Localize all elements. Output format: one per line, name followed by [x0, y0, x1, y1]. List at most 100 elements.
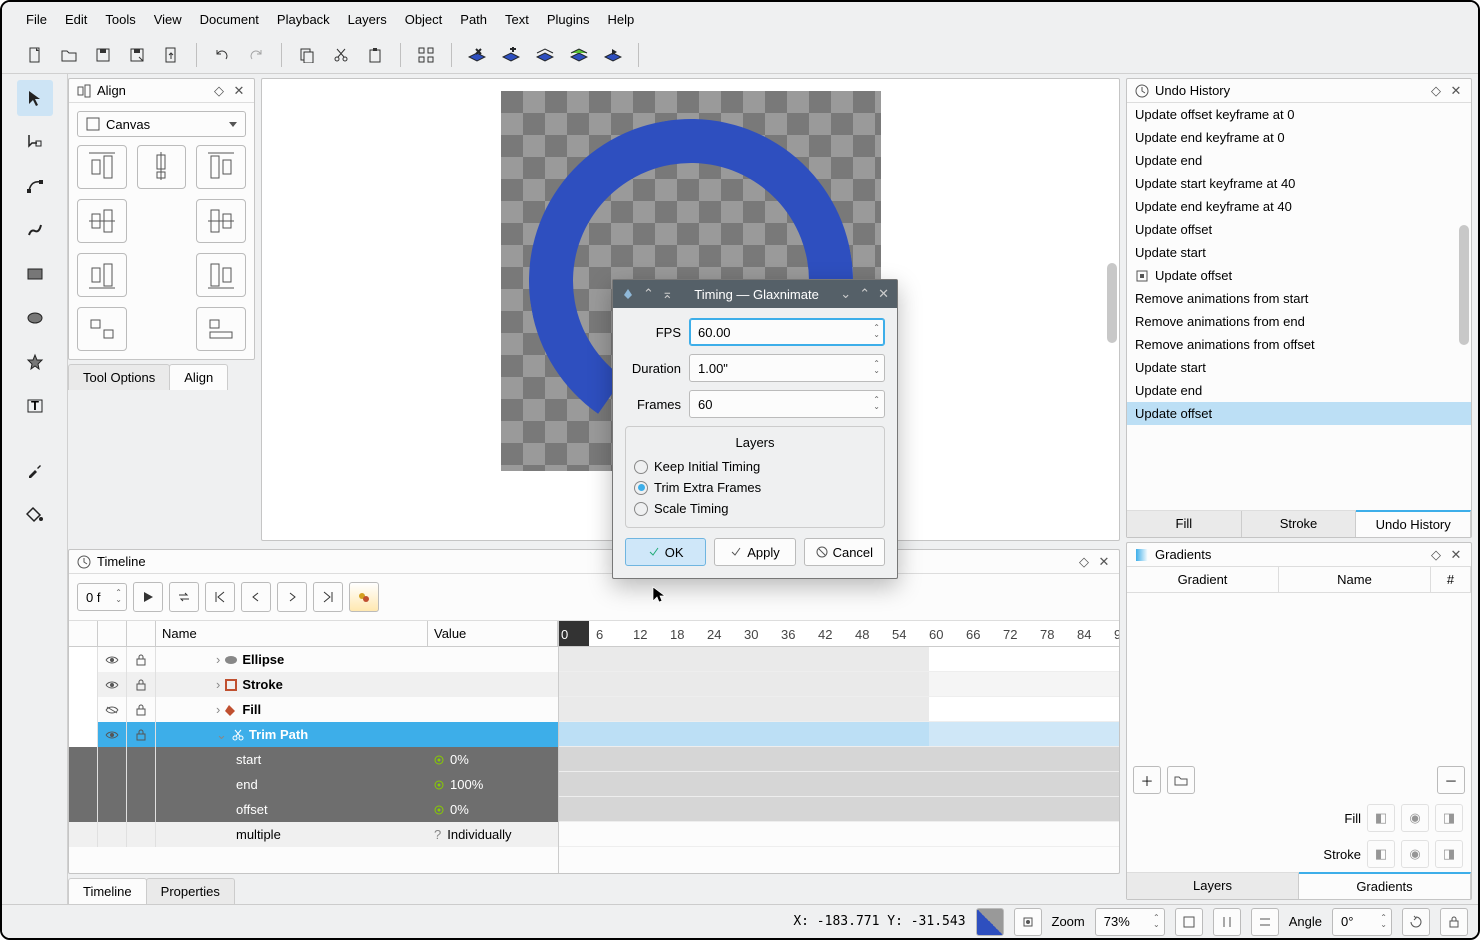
layers-tab[interactable]: Layers: [1127, 873, 1299, 899]
panel-close-icon[interactable]: ✕: [1097, 554, 1111, 570]
zoom-input[interactable]: 73%: [1095, 908, 1165, 936]
new-file-icon[interactable]: [22, 42, 48, 68]
loop-button[interactable]: [169, 582, 199, 612]
maximize-icon[interactable]: ⌃: [859, 286, 870, 302]
panel-float-icon[interactable]: ◇: [1429, 547, 1443, 563]
fill-linear-button[interactable]: ◧: [1367, 804, 1395, 832]
rect-tool[interactable]: [17, 256, 53, 292]
copy-icon[interactable]: [294, 42, 320, 68]
save-icon[interactable]: [90, 42, 116, 68]
save-as-icon[interactable]: [124, 42, 150, 68]
undo-item[interactable]: Update offset: [1127, 218, 1471, 241]
layer-1-icon[interactable]: [464, 42, 490, 68]
lock-view-icon[interactable]: [1440, 908, 1468, 936]
bezier-tool[interactable]: [17, 168, 53, 204]
prev-frame-button[interactable]: [241, 582, 271, 612]
frames-input[interactable]: 60: [689, 390, 885, 418]
menu-plugins[interactable]: Plugins: [547, 12, 590, 27]
tool-options-tab[interactable]: Tool Options: [68, 364, 170, 390]
undo-item[interactable]: Update end keyframe at 40: [1127, 195, 1471, 218]
fill-conical-button[interactable]: ◨: [1435, 804, 1463, 832]
undo-item[interactable]: Remove animations from end: [1127, 310, 1471, 333]
gradient-from-file-button[interactable]: [1167, 766, 1195, 794]
color-swatch[interactable]: [976, 908, 1004, 936]
layer-3-icon[interactable]: [532, 42, 558, 68]
ellipse-tool[interactable]: [17, 300, 53, 336]
zoom-reset-icon[interactable]: [1014, 908, 1042, 936]
menu-view[interactable]: View: [154, 12, 182, 27]
add-gradient-button[interactable]: ＋: [1133, 766, 1161, 794]
picker-tool[interactable]: [17, 452, 53, 488]
remove-gradient-button[interactable]: －: [1437, 766, 1465, 794]
stroke-conical-button[interactable]: ◨: [1435, 840, 1463, 868]
panel-float-icon[interactable]: ◇: [212, 83, 226, 99]
redo-icon[interactable]: [243, 42, 269, 68]
align-tab[interactable]: Align: [169, 364, 228, 390]
pencil-tool[interactable]: [17, 212, 53, 248]
layer-row[interactable]: ⌄Trim Path: [69, 722, 558, 747]
align-button-11[interactable]: [196, 307, 246, 351]
apply-button[interactable]: Apply: [714, 538, 795, 566]
menu-tools[interactable]: Tools: [105, 12, 135, 27]
undo-item[interactable]: Remove animations from start: [1127, 287, 1471, 310]
bucket-tool[interactable]: [17, 496, 53, 532]
export-icon[interactable]: [158, 42, 184, 68]
layer-row[interactable]: ›Stroke: [69, 672, 558, 697]
last-frame-button[interactable]: [313, 582, 343, 612]
undo-item[interactable]: Update offset: [1127, 402, 1471, 425]
current-frame-input[interactable]: 0 f: [77, 583, 127, 611]
select-tool[interactable]: [17, 80, 53, 116]
panel-close-icon[interactable]: ✕: [1449, 83, 1463, 99]
next-frame-button[interactable]: [277, 582, 307, 612]
align-button-1[interactable]: [137, 145, 187, 189]
align-button-9[interactable]: [77, 307, 127, 351]
close-icon[interactable]: ✕: [878, 286, 889, 302]
star-tool[interactable]: [17, 344, 53, 380]
fill-radial-button[interactable]: ◉: [1401, 804, 1429, 832]
panel-tab-undo-history[interactable]: Undo History: [1356, 510, 1471, 537]
menu-file[interactable]: File: [26, 12, 47, 27]
layer-row[interactable]: start0%: [69, 747, 558, 772]
menu-layers[interactable]: Layers: [348, 12, 387, 27]
timeline-tab[interactable]: Timeline: [68, 878, 147, 904]
align-relative-combo[interactable]: Canvas: [77, 111, 246, 137]
paste-icon[interactable]: [362, 42, 388, 68]
menu-document[interactable]: Document: [200, 12, 259, 27]
undo-item[interactable]: Update start keyframe at 40: [1127, 172, 1471, 195]
flip-v-icon[interactable]: [1251, 908, 1279, 936]
layer-4-icon[interactable]: [566, 42, 592, 68]
align-button-8[interactable]: [196, 253, 246, 297]
expand-icon[interactable]: ⌅: [662, 286, 673, 302]
align-button-3[interactable]: [77, 199, 127, 243]
layer-row[interactable]: multiple?Individually: [69, 822, 558, 847]
fps-input[interactable]: 60.00: [689, 318, 885, 346]
flip-h-icon[interactable]: [1213, 908, 1241, 936]
undo-item[interactable]: Update offset keyframe at 0: [1127, 103, 1471, 126]
undo-item[interactable]: Update start: [1127, 241, 1471, 264]
first-frame-button[interactable]: [205, 582, 235, 612]
menu-object[interactable]: Object: [405, 12, 443, 27]
angle-input[interactable]: 0°: [1332, 908, 1392, 936]
radio-keep-initial-timing[interactable]: Keep Initial Timing: [634, 456, 876, 477]
menu-help[interactable]: Help: [608, 12, 635, 27]
panel-float-icon[interactable]: ◇: [1429, 83, 1443, 99]
panel-tab-stroke[interactable]: Stroke: [1242, 511, 1357, 537]
duration-input[interactable]: 1.00": [689, 354, 885, 382]
menu-edit[interactable]: Edit: [65, 12, 87, 27]
radio-trim-extra-frames[interactable]: Trim Extra Frames: [634, 477, 876, 498]
layer-row[interactable]: ›Ellipse: [69, 647, 558, 672]
menu-text[interactable]: Text: [505, 12, 529, 27]
stroke-radial-button[interactable]: ◉: [1401, 840, 1429, 868]
record-button[interactable]: [349, 582, 379, 612]
menu-path[interactable]: Path: [460, 12, 487, 27]
undo-item[interactable]: Update offset: [1127, 264, 1471, 287]
align-button-2[interactable]: [196, 145, 246, 189]
undo-item[interactable]: Update end: [1127, 149, 1471, 172]
fit-icon[interactable]: [1175, 908, 1203, 936]
text-tool[interactable]: T: [17, 388, 53, 424]
snap-icon[interactable]: [413, 42, 439, 68]
ok-button[interactable]: OK: [625, 538, 706, 566]
cancel-button[interactable]: Cancel: [804, 538, 885, 566]
menu-playback[interactable]: Playback: [277, 12, 330, 27]
undo-item[interactable]: Update end keyframe at 0: [1127, 126, 1471, 149]
